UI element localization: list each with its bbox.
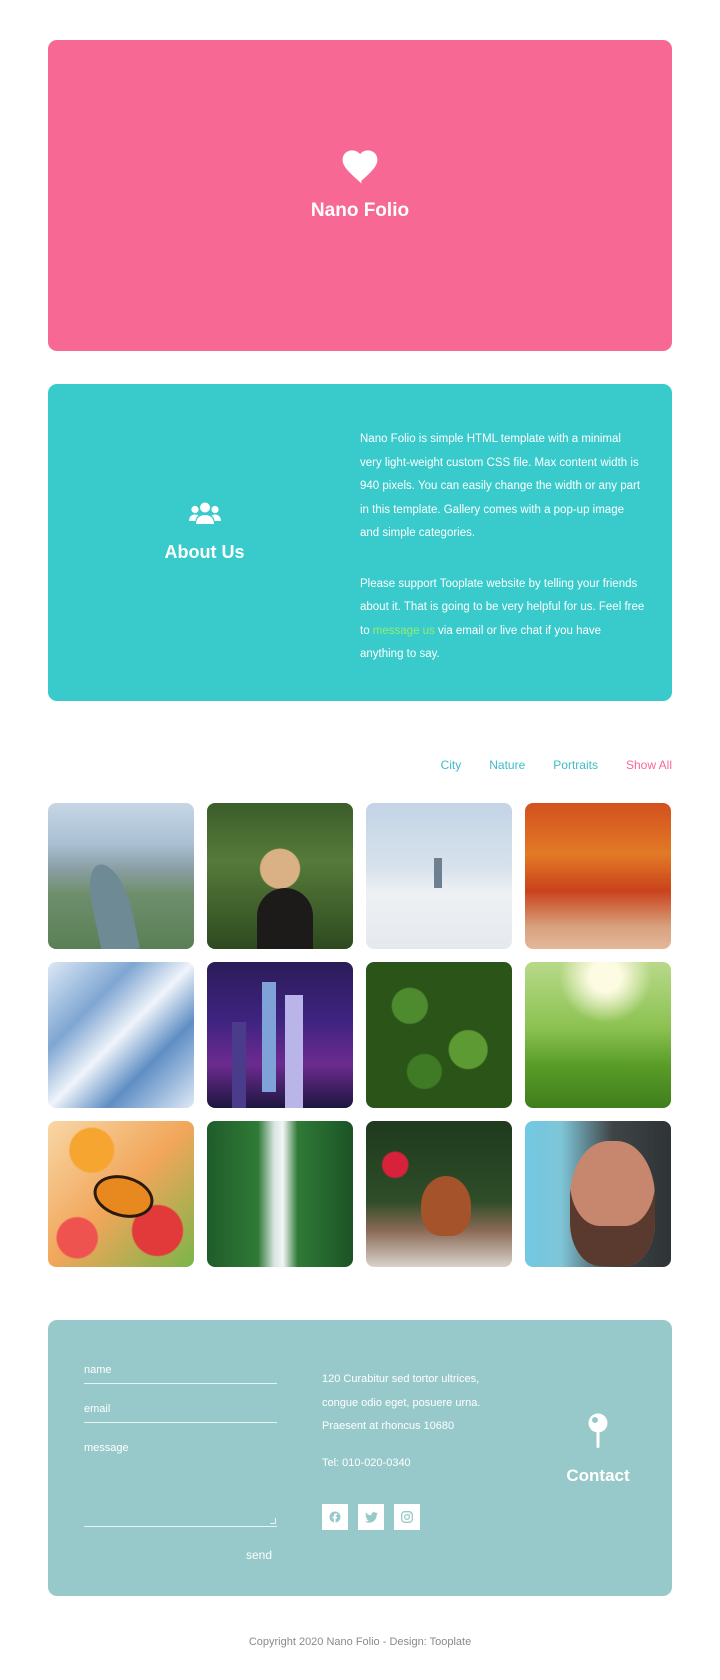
gallery-image-nature-sunlit-meadow[interactable] [525,962,671,1108]
about-paragraph-1: Nano Folio is simple HTML template with … [360,433,641,539]
filter-city[interactable]: City [441,758,462,772]
message-placeholder: message [84,1442,129,1454]
gallery-image-nature-butterfly-flowers[interactable] [48,1121,194,1267]
gallery-image-city-glass-skyscrapers[interactable] [48,962,194,1108]
gallery-filters: City Nature Portraits Show All [413,758,672,772]
contact-section: name email message send 120 Curabitur se… [48,1320,672,1596]
about-text: Nano Folio is simple HTML template with … [360,428,645,667]
gallery-image-city-above-clouds[interactable] [366,803,512,949]
filter-nature[interactable]: Nature [489,758,525,772]
gallery-image-city-aerial-river[interactable] [48,803,194,949]
contact-phone: Tel: 010-020-0340 [322,1457,411,1469]
about-paragraph-2: Please support Tooplate website by telli… [360,573,645,667]
hero-banner: Nano Folio [48,40,672,351]
instagram-icon[interactable] [394,1504,420,1530]
gallery-image-nature-squirrel[interactable] [366,1121,512,1267]
gallery-image-nature-tree-canopy[interactable] [366,962,512,1108]
social-links [322,1504,420,1530]
message-us-link[interactable]: message us [373,625,435,637]
gallery-image-portrait-man-sunglasses[interactable] [525,1121,671,1267]
image-gallery [48,803,672,1267]
gallery-image-nature-waterfall-bridge[interactable] [207,1121,353,1267]
filter-show-all[interactable]: Show All [626,758,672,772]
about-section: About Us Nano Folio is simple HTML templ… [48,384,672,701]
email-field[interactable]: email [84,1403,277,1423]
gallery-image-city-night-skyline[interactable] [207,962,353,1108]
map-pin-icon [588,1413,608,1454]
facebook-icon[interactable] [322,1504,348,1530]
users-icon [48,502,361,528]
resize-handle-icon[interactable] [270,1518,276,1524]
about-title: About Us [164,542,245,562]
send-button[interactable]: send [246,1548,272,1562]
gallery-image-nature-autumn-path[interactable] [525,803,671,949]
gallery-image-portrait-woman-forest[interactable] [207,803,353,949]
site-title: Nano Folio [310,200,410,221]
contact-title: Contact [566,1466,630,1485]
heart-icon [48,150,672,186]
message-field[interactable]: message [84,1442,277,1527]
address-line-1: 120 Curabitur sed tortor ultrices, [322,1373,480,1385]
filter-portraits[interactable]: Portraits [553,758,598,772]
twitter-icon[interactable] [358,1504,384,1530]
name-field[interactable]: name [84,1364,277,1384]
address-line-2: congue odio eget, posuere urna. [322,1396,481,1409]
address-line-3: Praesent at rhoncus 10680 [322,1420,455,1432]
about-heading: About Us [48,502,361,563]
contact-address: 120 Curabitur sed tortor ultrices, congu… [322,1368,480,1439]
footer-copyright: Copyright 2020 Nano Folio - Design: Toop… [248,1636,472,1648]
